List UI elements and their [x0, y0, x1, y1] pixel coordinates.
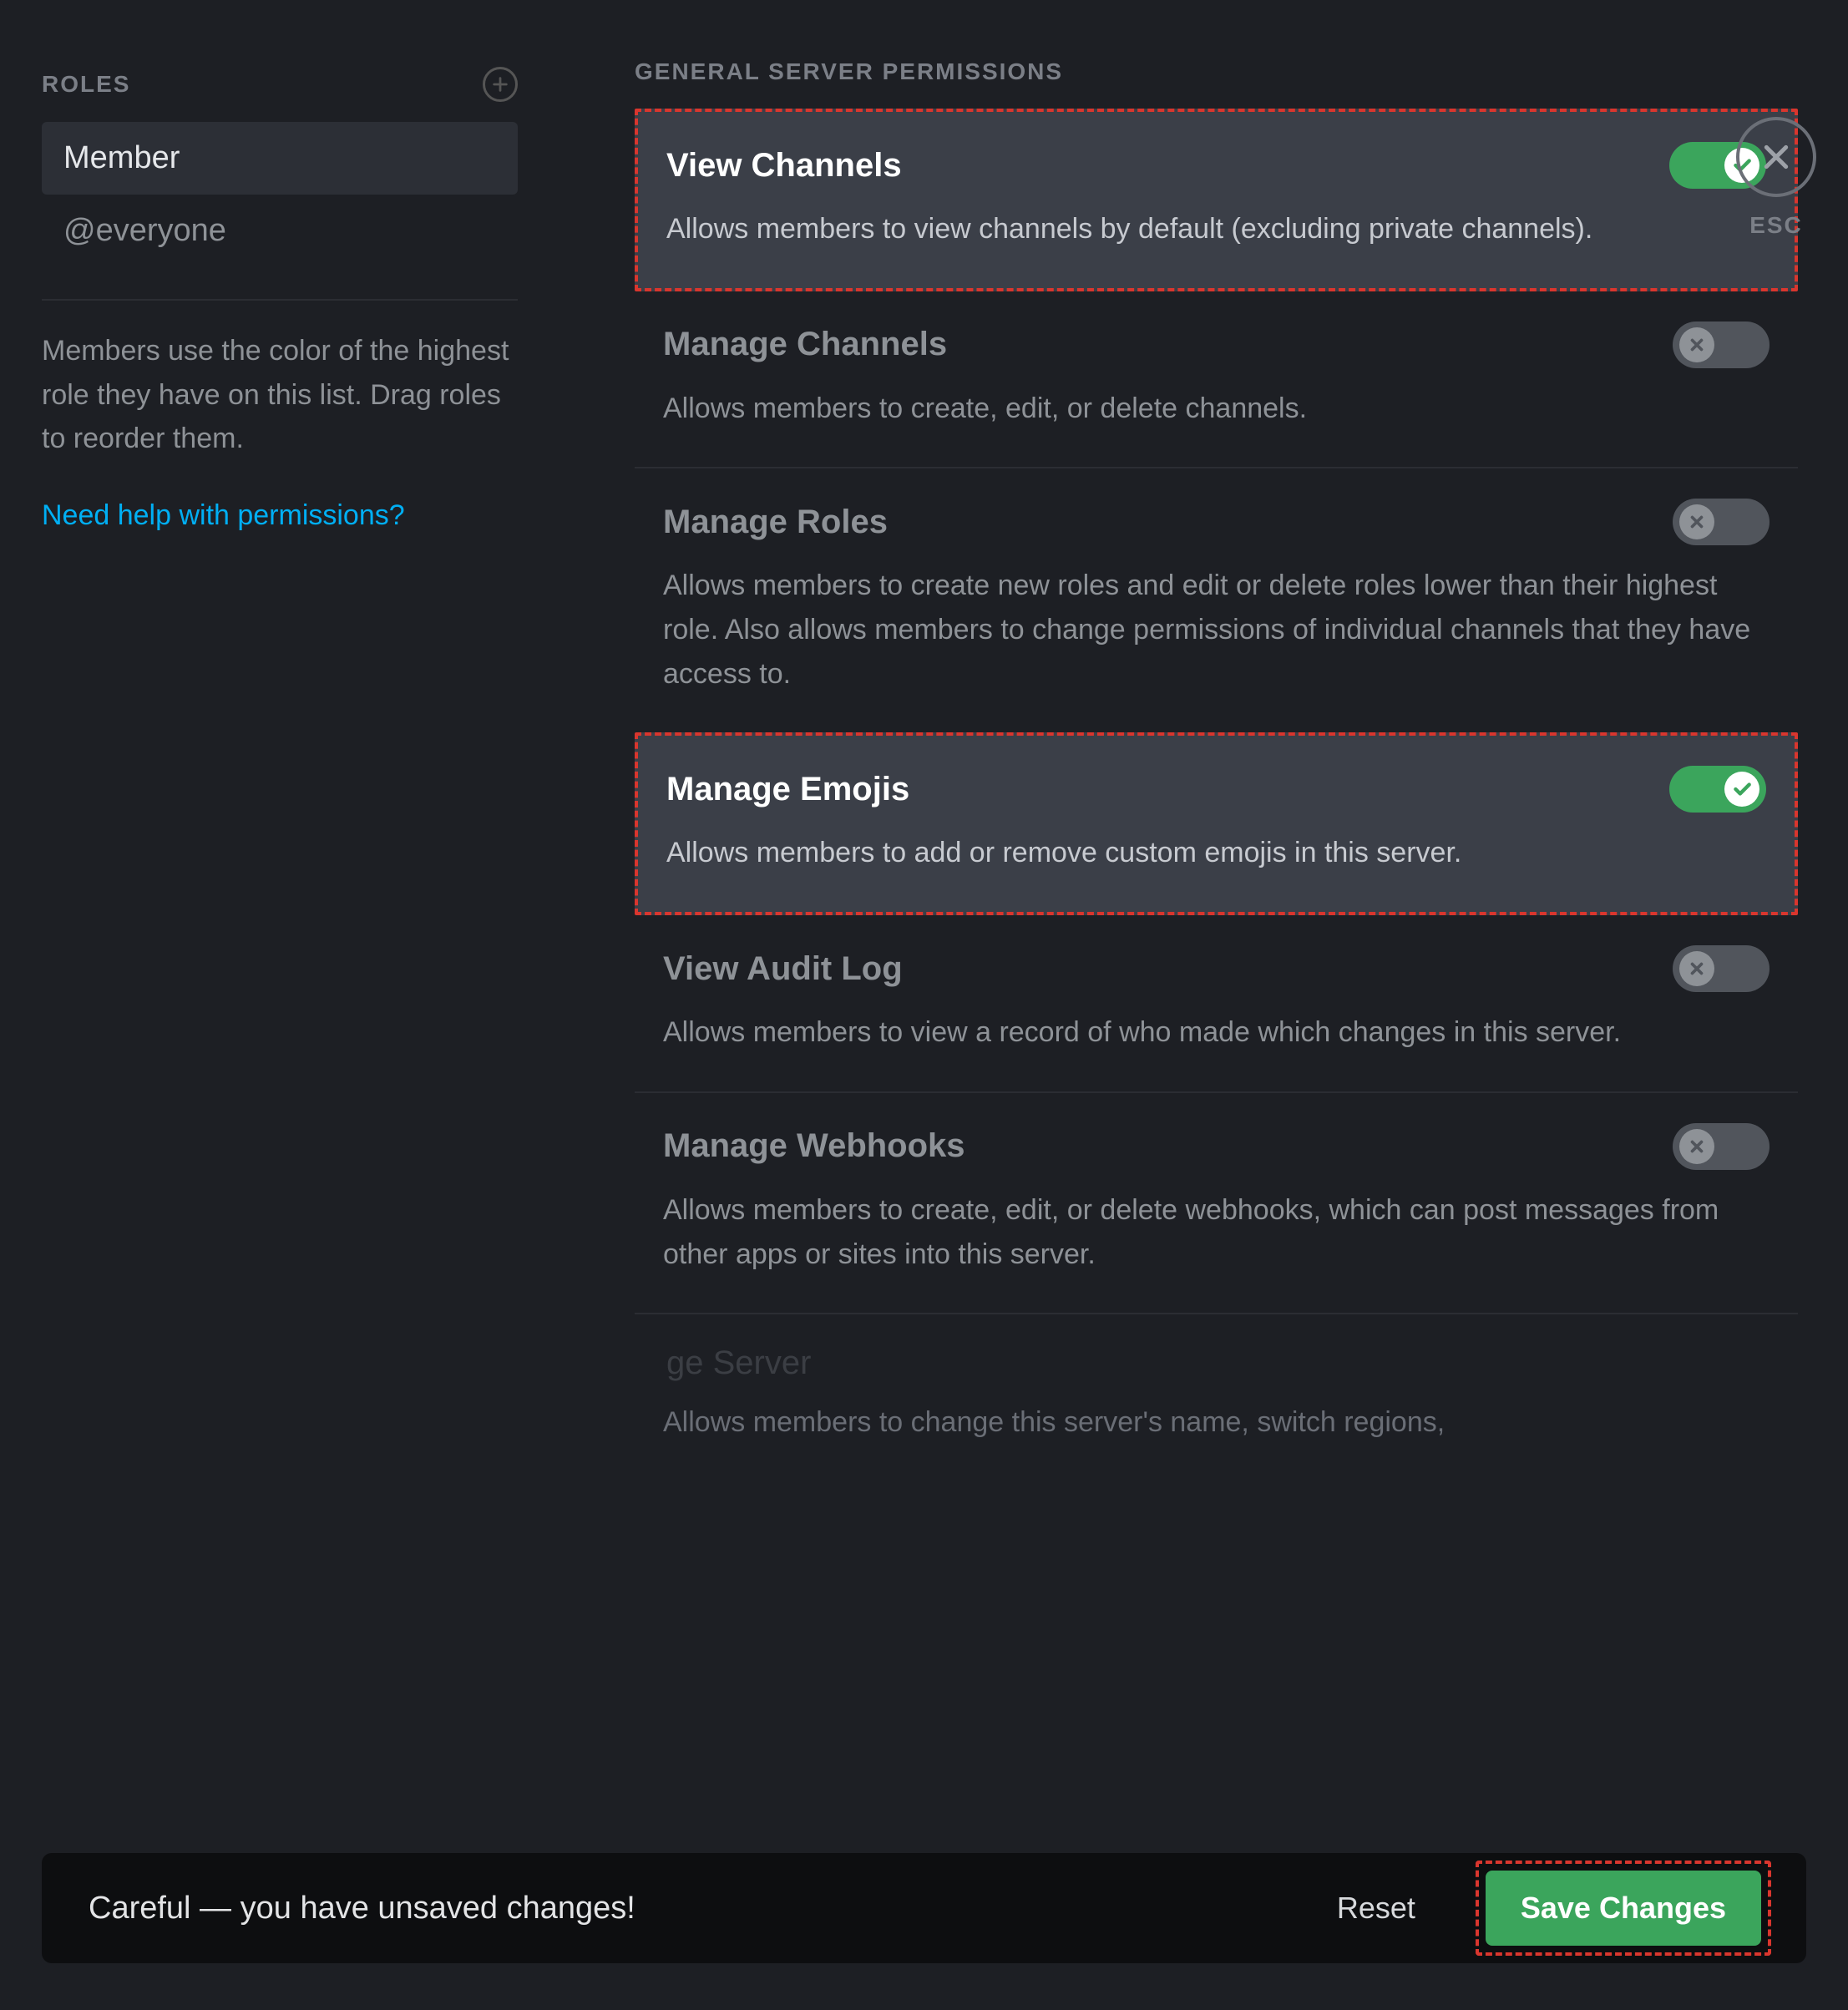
close-button[interactable]	[1736, 117, 1816, 197]
permissions-panel: GENERAL SERVER PERMISSIONS View Channels…	[559, 58, 1848, 2010]
permission-toggle-manage-roles[interactable]	[1673, 499, 1770, 545]
permissions-section-label: GENERAL SERVER PERMISSIONS	[635, 58, 1798, 85]
permission-row-manage-server-partial: ge Server Allows members to change this …	[635, 1313, 1798, 1445]
permission-title: Manage Roles	[663, 504, 888, 541]
partial-title-ghost: ge Server	[666, 1344, 811, 1381]
permission-description: Allows members to create, edit, or delet…	[663, 1188, 1770, 1276]
permission-row-manage-channels: Manage Channels Allows members to create,…	[635, 291, 1798, 468]
roles-header-label: ROLES	[42, 71, 130, 98]
role-list: Member@everyone	[42, 122, 518, 267]
unsaved-changes-text: Careful — you have unsaved changes!	[89, 1891, 1337, 1926]
permission-description: Allows members to view channels by defau…	[666, 207, 1766, 251]
x-icon	[1679, 504, 1714, 539]
unsaved-changes-bar: Careful — you have unsaved changes! Rese…	[42, 1853, 1806, 1963]
permission-toggle-manage-channels[interactable]	[1673, 321, 1770, 368]
permissions-help-link[interactable]: Need help with permissions?	[42, 499, 405, 532]
role-item[interactable]: @everyone	[42, 195, 518, 267]
divider	[42, 299, 518, 301]
permission-title: View Channels	[666, 147, 902, 185]
roles-header: ROLES	[42, 58, 518, 117]
permission-title: Manage Webhooks	[663, 1127, 965, 1165]
add-role-button[interactable]	[483, 67, 518, 102]
partial-desc: Allows members to change this server's n…	[663, 1400, 1770, 1445]
save-changes-button[interactable]: Save Changes	[1486, 1871, 1761, 1946]
permission-description: Allows members to view a record of who m…	[663, 1010, 1770, 1055]
permission-row-manage-roles: Manage Roles Allows members to create new…	[635, 467, 1798, 732]
roles-sidebar: ROLES Member@everyone Members use the co…	[0, 58, 559, 2010]
permission-row-view-audit-log: View Audit Log Allows members to view a r…	[635, 915, 1798, 1091]
permission-description: Allows members to create, edit, or delet…	[663, 387, 1770, 431]
permission-toggle-view-audit-log[interactable]	[1673, 945, 1770, 992]
plus-icon	[491, 75, 509, 94]
x-icon	[1679, 951, 1714, 986]
permission-header: Manage Roles	[663, 499, 1770, 545]
permissions-list: View Channels Allows members to view chan…	[635, 109, 1798, 1313]
permission-header: View Channels	[666, 142, 1766, 189]
x-icon	[1679, 1129, 1714, 1164]
esc-label: ESC	[1736, 212, 1816, 239]
permission-header: Manage Emojis	[666, 766, 1766, 813]
roles-help-text: Members use the color of the highest rol…	[42, 329, 518, 461]
reset-button[interactable]: Reset	[1337, 1891, 1415, 1926]
permission-toggle-manage-webhooks[interactable]	[1673, 1123, 1770, 1170]
permission-header: Manage Channels	[663, 321, 1770, 368]
close-icon	[1759, 140, 1793, 174]
permission-description: Allows members to add or remove custom e…	[666, 831, 1766, 875]
settings-page: ROLES Member@everyone Members use the co…	[0, 0, 1848, 2010]
permission-title: Manage Emojis	[666, 771, 909, 808]
permission-title: View Audit Log	[663, 950, 903, 988]
permission-description: Allows members to create new roles and e…	[663, 564, 1770, 696]
permission-title: Manage Channels	[663, 326, 947, 363]
permission-toggle-manage-emojis[interactable]	[1669, 766, 1766, 813]
permission-row-manage-emojis: Manage Emojis Allows members to add or re…	[635, 732, 1798, 915]
role-item[interactable]: Member	[42, 122, 518, 195]
permission-header: Manage Webhooks	[663, 1123, 1770, 1170]
permission-header: View Audit Log	[663, 945, 1770, 992]
x-icon	[1679, 327, 1714, 362]
close-panel: ESC	[1736, 117, 1816, 239]
save-button-highlight: Save Changes	[1476, 1861, 1771, 1956]
check-icon	[1724, 772, 1759, 807]
permission-row-view-channels: View Channels Allows members to view chan…	[635, 109, 1798, 291]
permission-row-manage-webhooks: Manage Webhooks Allows members to create,…	[635, 1091, 1798, 1313]
